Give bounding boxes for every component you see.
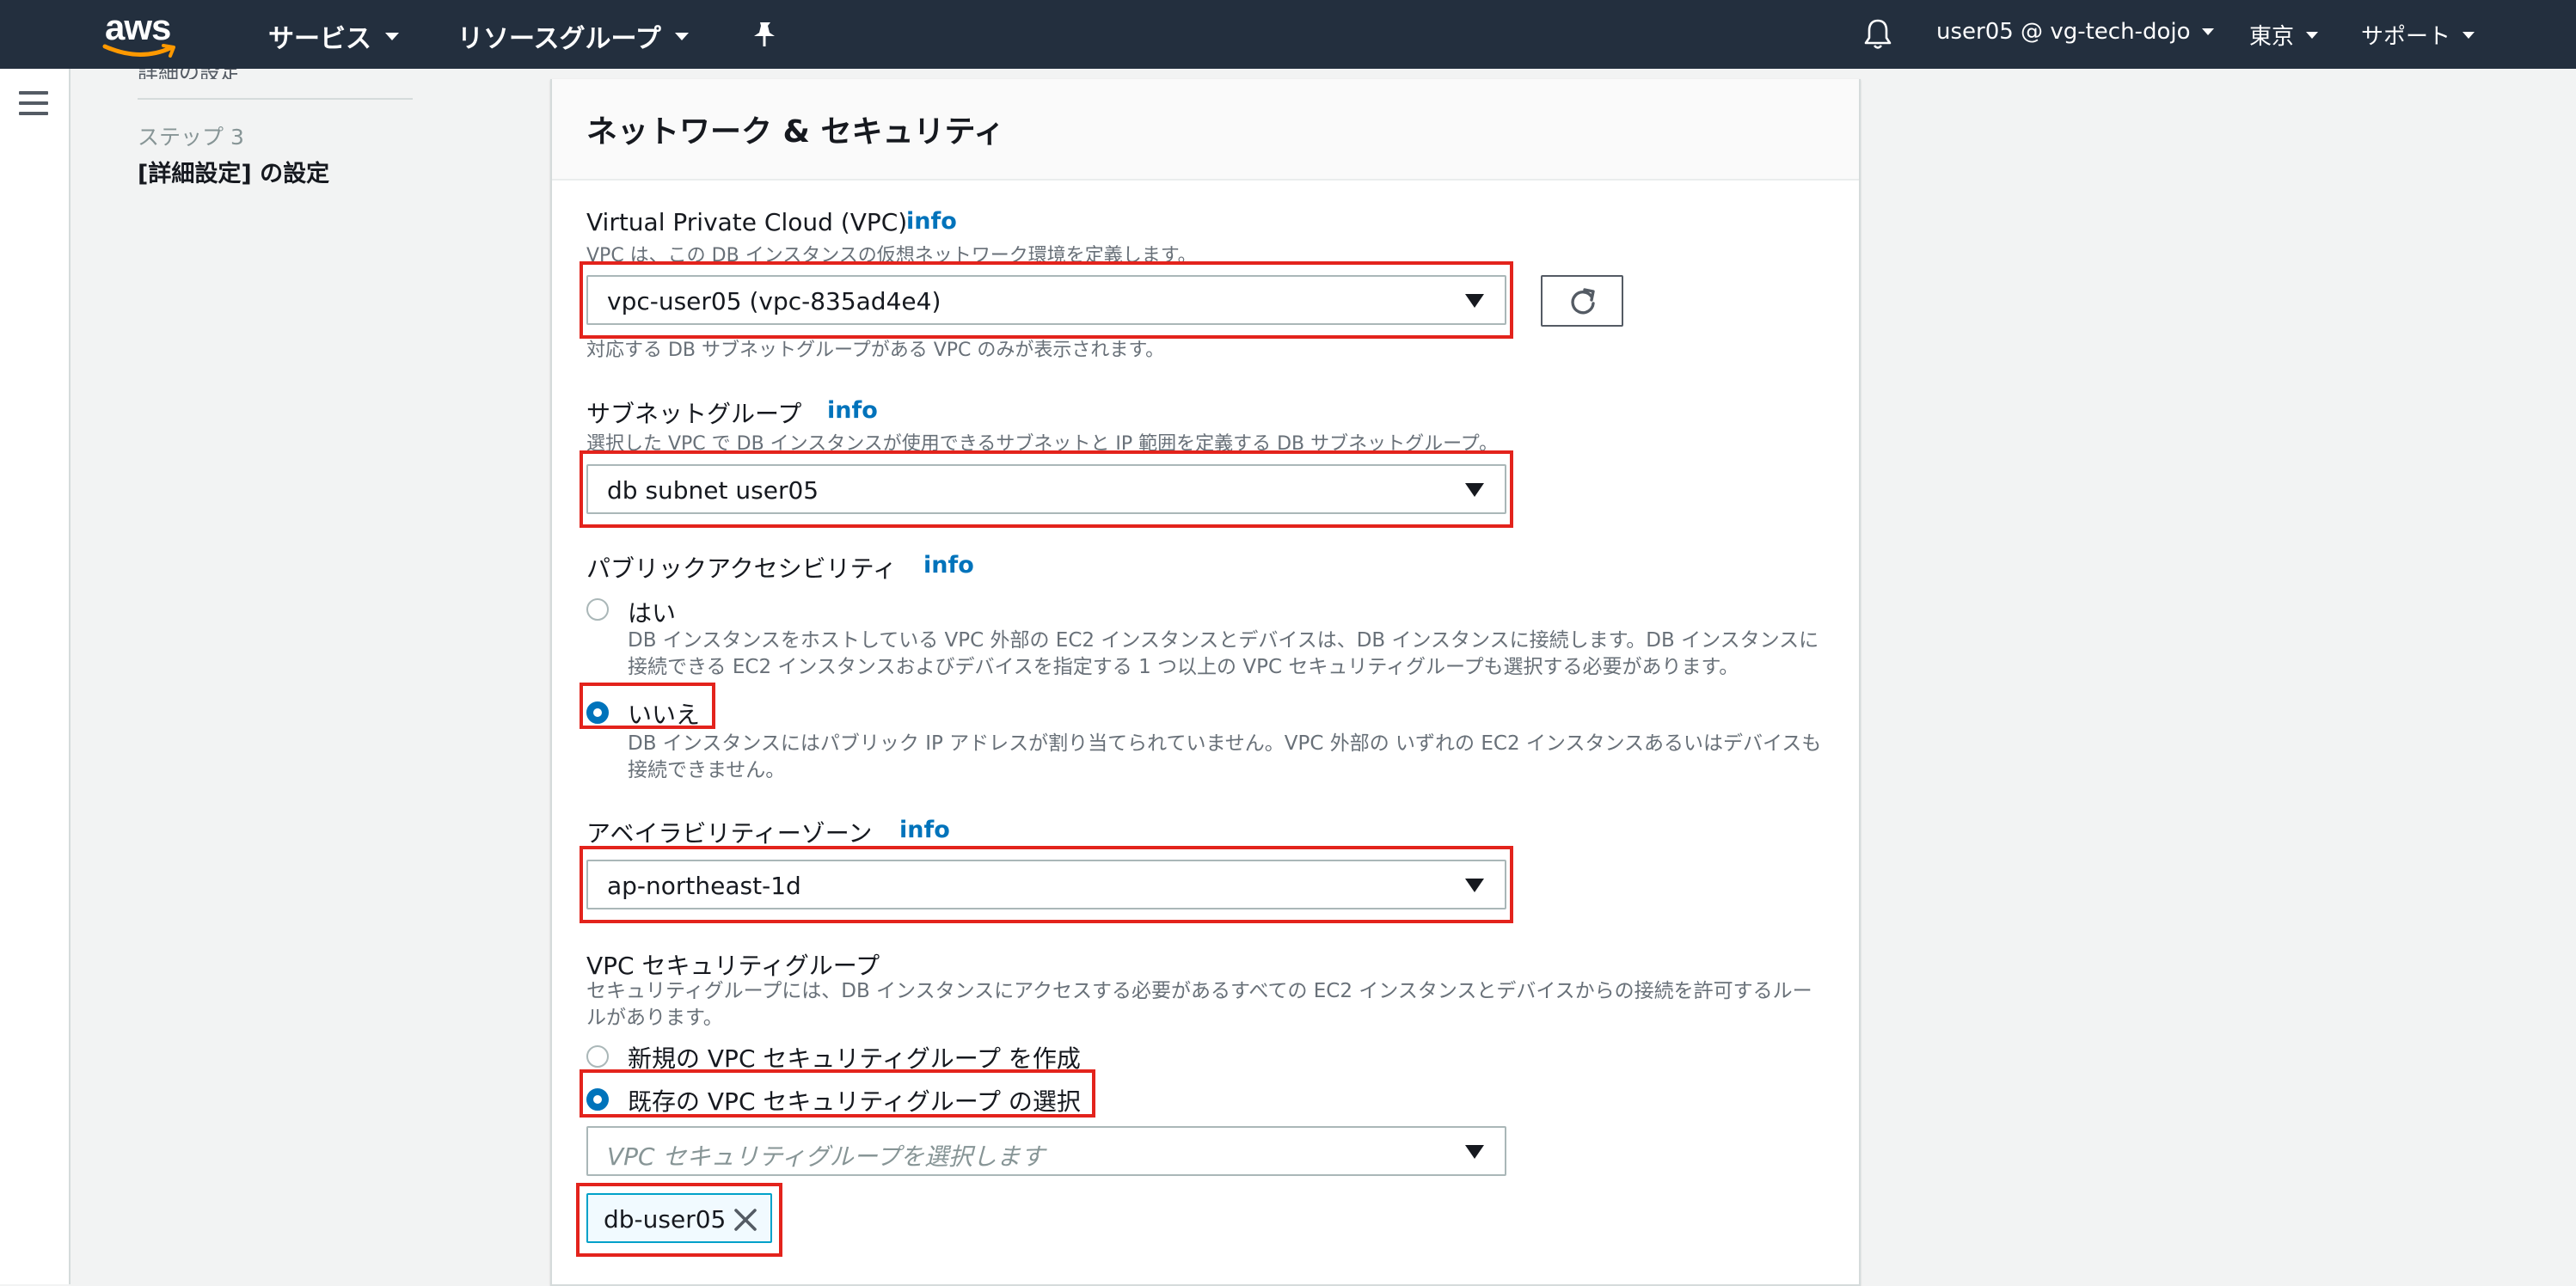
resource-groups-menu[interactable]: リソースグループ [457, 17, 689, 55]
subnet-group-label: サブネットグループ [586, 400, 802, 428]
aws-logo[interactable]: aws [101, 7, 184, 58]
support-menu-label: サポート [2361, 24, 2451, 50]
vpc-label: Virtual Private Cloud (VPC) [586, 208, 908, 236]
highlight-box-vpc [580, 261, 1513, 339]
dropdown-triangle-icon [1465, 1145, 1484, 1159]
services-menu[interactable]: サービス [268, 17, 399, 55]
chevron-down-icon [385, 32, 399, 40]
services-menu-label: サービス [268, 24, 371, 54]
panel-title: ネットワーク & セキュリティ [586, 114, 1005, 150]
bell-icon[interactable] [1862, 17, 1893, 52]
region-menu-label: 東京 [2249, 24, 2295, 50]
public-accessibility-info-link[interactable]: info [923, 552, 974, 579]
security-group-description: セキュリティグループには、DB インスタンスにアクセスする必要があるすべての E… [586, 980, 1812, 1029]
top-navigation-bar: aws サービス リソースグループ user05 @ vg-tech-dojo … [0, 0, 2576, 69]
availability-zone-info-link[interactable]: info [899, 817, 950, 843]
step-3-label: ステップ 3 [138, 125, 244, 150]
highlight-box-az [580, 846, 1513, 923]
pin-icon[interactable] [751, 21, 777, 48]
chevron-down-icon [2202, 28, 2215, 35]
public-yes-description: DB インスタンスをホストしている VPC 外部の EC2 インスタンスとデバイ… [628, 629, 1819, 678]
security-group-select-placeholder: VPC セキュリティグループを選択します [607, 1142, 1046, 1171]
region-menu[interactable]: 東京 [2249, 19, 2319, 51]
vpc-footnote: 対応する DB サブネットグループがある VPC のみが表示されます。 [586, 340, 1165, 361]
support-menu[interactable]: サポート [2361, 19, 2475, 51]
availability-zone-label: アベイラビリティーゾーン [586, 819, 873, 848]
highlight-box-existing-sg [580, 1069, 1095, 1118]
vpc-info-link[interactable]: info [906, 208, 957, 235]
public-no-description: DB インスタンスにはパブリック IP アドレスが割り当てられていません。VPC… [628, 732, 1822, 781]
left-rail [0, 69, 71, 1284]
previous-step-title-clipped: 詳細の設定 [138, 69, 310, 79]
aws-logo-text: aws [105, 7, 171, 47]
chevron-down-icon [674, 32, 689, 40]
highlight-box-token [576, 1183, 782, 1257]
refresh-icon [1571, 288, 1595, 315]
subnet-group-info-link[interactable]: info [827, 397, 878, 424]
highlight-box-public-no [580, 683, 715, 729]
resource-groups-menu-label: リソースグループ [457, 24, 661, 54]
chevron-down-icon [2463, 31, 2475, 39]
account-menu[interactable]: user05 @ vg-tech-dojo [1936, 19, 2215, 45]
panel-header: ネットワーク & セキュリティ [552, 79, 1859, 181]
security-group-label: VPC セキュリティグループ [586, 952, 880, 980]
public-accessibility-label: パブリックアクセシビリティ [586, 554, 897, 583]
security-group-select[interactable]: VPC セキュリティグループを選択します [586, 1126, 1506, 1176]
step-3-title[interactable]: [詳細設定] の設定 [138, 155, 329, 188]
create-security-group-radio[interactable] [586, 1045, 609, 1068]
hamburger-menu-icon[interactable] [19, 91, 48, 122]
chevron-down-icon [2306, 31, 2319, 39]
network-security-panel: ネットワーク & セキュリティ Virtual Private Cloud (V… [550, 79, 1861, 1286]
refresh-vpc-button[interactable] [1541, 275, 1623, 327]
step-divider [138, 98, 413, 100]
public-yes-label[interactable]: はい [628, 595, 676, 629]
aws-smile-icon [102, 44, 175, 58]
highlight-box-subnet [580, 450, 1513, 528]
account-menu-label: user05 @ vg-tech-dojo [1936, 19, 2191, 45]
public-yes-radio[interactable] [586, 598, 609, 621]
